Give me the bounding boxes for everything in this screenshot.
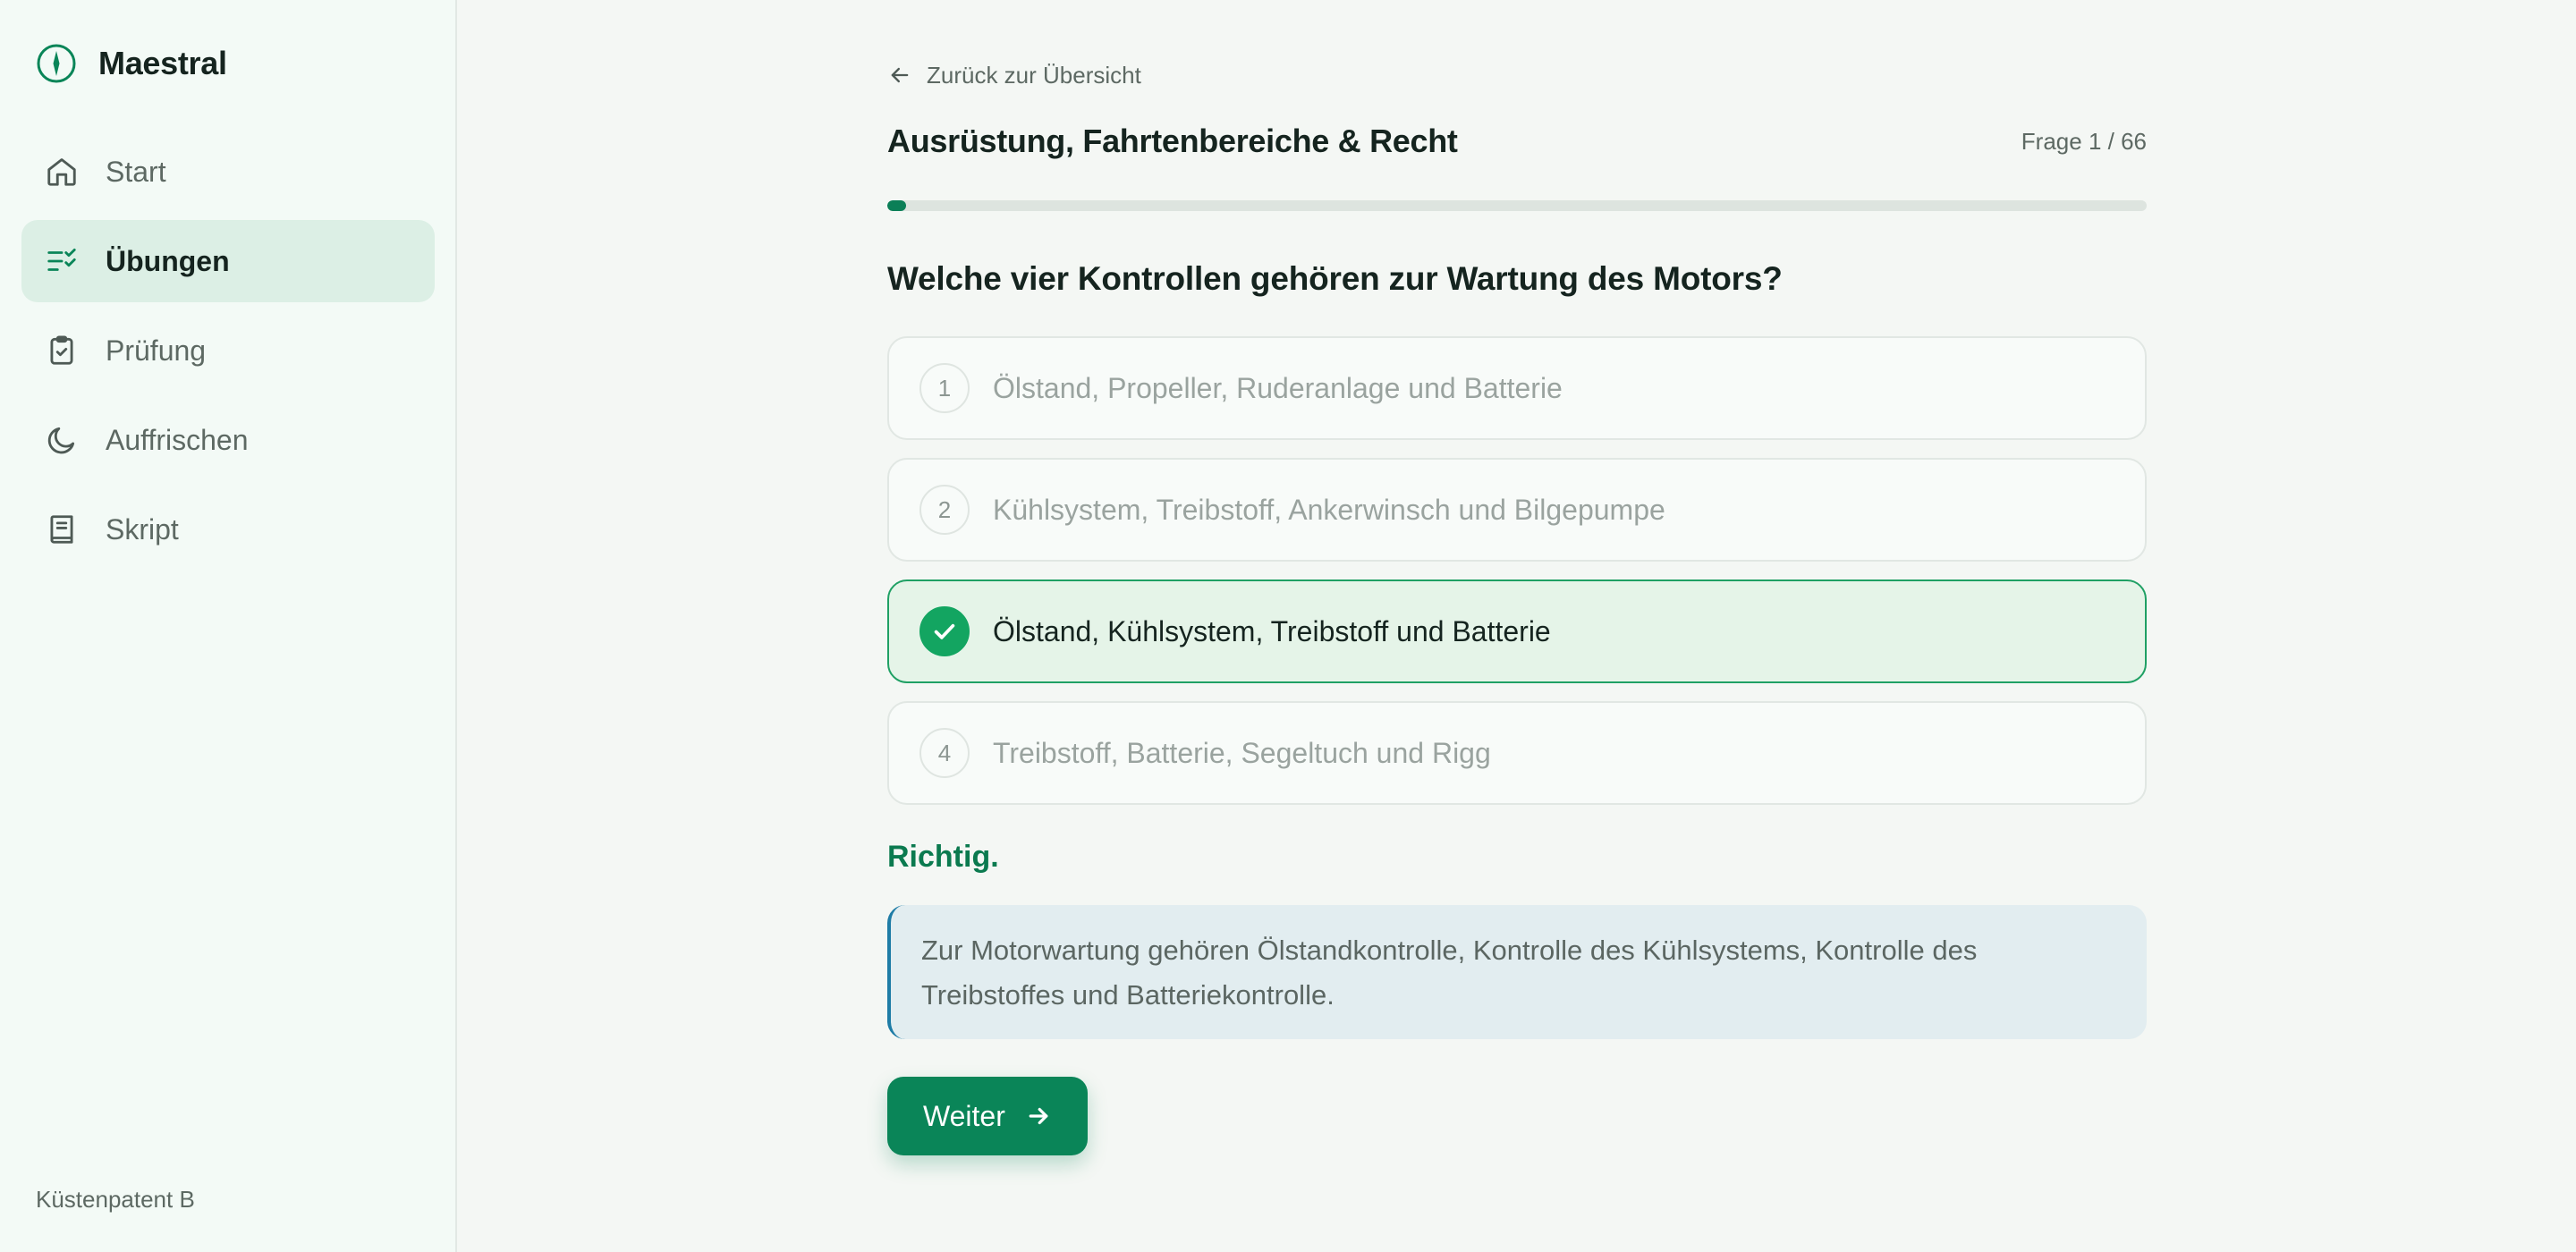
sidebar-item-label: Skript — [106, 512, 179, 546]
question-counter: Frage 1 / 66 — [2021, 127, 2147, 155]
question-text: Welche vier Kontrollen gehören zur Wartu… — [887, 260, 1783, 297]
arrow-left-icon — [891, 67, 909, 83]
back-link[interactable]: Zurück zur Übersicht — [887, 57, 2147, 93]
checklist-icon — [47, 248, 76, 271]
sidebar-item-label: Prüfung — [106, 334, 207, 367]
answer-list: 1 Ölstand, Propeller, Ruderanlage und Ba… — [887, 336, 2147, 805]
answer-text: Kühlsystem, Treibstoff, Ankerwinsch und … — [993, 493, 1665, 526]
quiz-header: Ausrüstung, Fahrtenbereiche & Recht Frag… — [887, 120, 2147, 163]
moon-icon — [47, 427, 75, 454]
sidebar-item-skript[interactable]: Skript — [21, 488, 435, 571]
back-link-label: Zurück zur Übersicht — [927, 61, 1141, 89]
progress-fill — [887, 200, 907, 211]
app-window: Maestral Start Übungen Prüfung Auffrisch… — [0, 0, 2576, 1252]
sidebar-item-auffrischen[interactable]: Auffrischen — [21, 399, 435, 481]
book-icon — [50, 515, 73, 544]
correct-check-badge — [919, 606, 970, 656]
answer-option-4[interactable]: 4 Treibstoff, Batterie, Segeltuch und Ri… — [887, 701, 2147, 805]
brand-name: Maestral — [98, 45, 227, 81]
check-icon — [934, 623, 955, 639]
page-title: Ausrüstung, Fahrtenbereiche & Recht — [887, 123, 1458, 159]
quiz-panel: Zurück zur Übersicht Ausrüstung, Fahrten… — [887, 57, 2147, 1155]
answer-text: Ölstand, Propeller, Ruderanlage und Batt… — [993, 371, 1563, 404]
sidebar-nav: Start Übungen Prüfung Auffrischen Skript — [21, 131, 435, 578]
answer-number: 1 — [919, 363, 970, 413]
home-icon — [47, 158, 76, 186]
answer-option-3[interactable]: Ölstand, Kühlsystem, Treibstoff und Batt… — [887, 579, 2147, 683]
clipboard-check-icon — [50, 335, 73, 365]
arrow-right-icon — [1029, 1107, 1048, 1125]
progress-bar — [887, 200, 2147, 211]
next-button-label: Weiter — [923, 1099, 1005, 1132]
sidebar-item-label: Start — [106, 155, 166, 188]
answer-option-2[interactable]: 2 Kühlsystem, Treibstoff, Ankerwinsch un… — [887, 458, 2147, 562]
sidebar-item-start[interactable]: Start — [21, 131, 435, 213]
answer-number: 2 — [919, 485, 970, 535]
compass-icon — [37, 44, 76, 83]
brand[interactable]: Maestral — [36, 43, 227, 84]
sidebar-item-pruefung[interactable]: Prüfung — [21, 309, 435, 392]
answer-option-1[interactable]: 1 Ölstand, Propeller, Ruderanlage und Ba… — [887, 336, 2147, 440]
answer-text: Ölstand, Kühlsystem, Treibstoff und Batt… — [993, 614, 1551, 647]
main-content: Zurück zur Übersicht Ausrüstung, Fahrten… — [457, 0, 2576, 1252]
sidebar: Maestral Start Übungen Prüfung Auffrisch… — [0, 0, 457, 1252]
result-label: Richtig. — [887, 840, 999, 874]
next-button[interactable]: Weiter — [887, 1077, 1088, 1155]
sidebar-item-label: Auffrischen — [106, 423, 249, 456]
answer-number: 4 — [919, 728, 970, 778]
course-name: Küstenpatent B — [36, 1186, 195, 1213]
sidebar-item-uebungen[interactable]: Übungen — [21, 220, 435, 302]
sidebar-item-label: Übungen — [106, 244, 230, 277]
explanation-box: Zur Motorwartung gehören Ölstandkontroll… — [887, 905, 2147, 1039]
answer-text: Treibstoff, Batterie, Segeltuch und Rigg — [993, 736, 1491, 769]
